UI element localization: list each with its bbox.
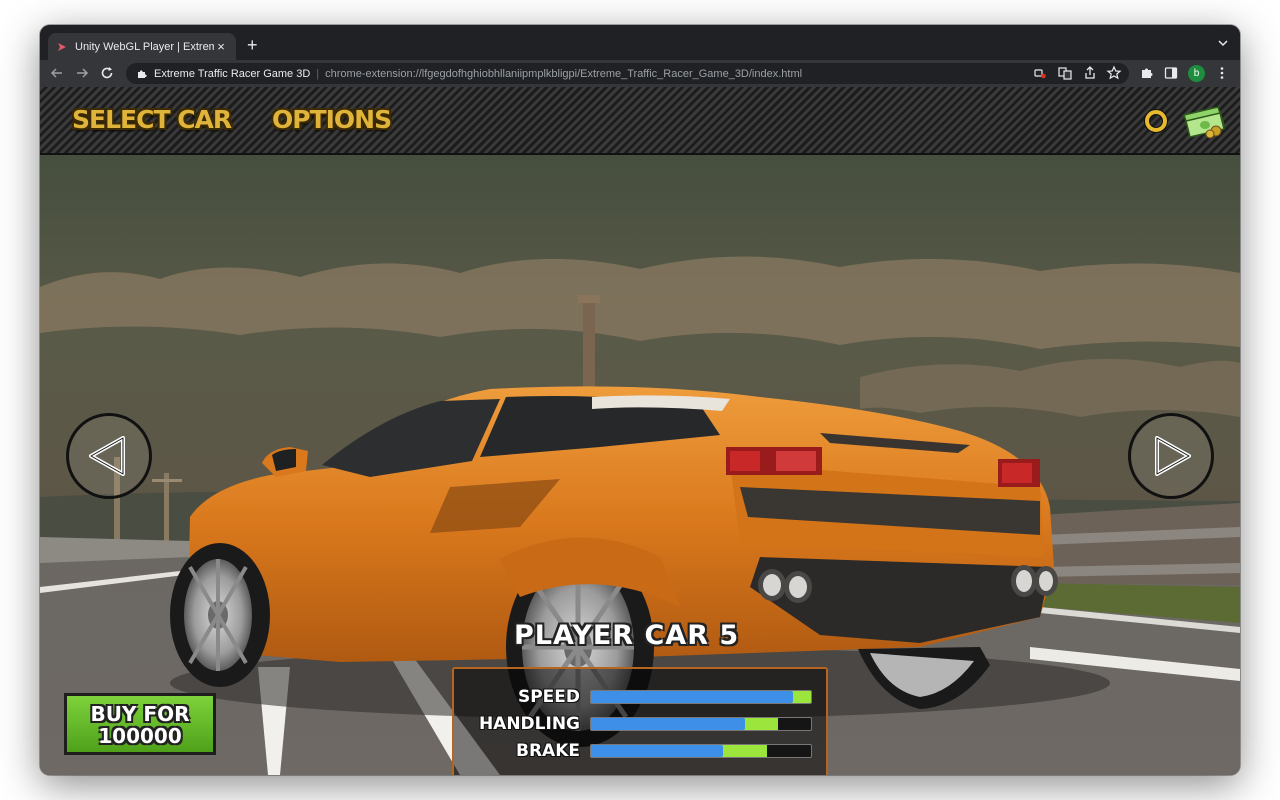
- arrow-right-icon: [1155, 436, 1191, 476]
- stat-label: HANDLING: [478, 714, 580, 734]
- game-canvas[interactable]: SELECT CAR OPTIONS PLAYER CAR 5 SPEED HA…: [40, 87, 1240, 775]
- browser-tab[interactable]: Unity WebGL Player | Extreme ×: [48, 33, 236, 60]
- chevron-down-icon[interactable]: [1218, 38, 1228, 48]
- next-car-button[interactable]: [1128, 413, 1214, 499]
- stat-bar: [590, 744, 812, 758]
- puzzle-icon: [138, 69, 147, 78]
- previous-car-button[interactable]: [66, 413, 152, 499]
- stat-brake: BRAKE: [454, 741, 830, 761]
- unity-icon: [58, 42, 66, 51]
- bookmark-star-icon[interactable]: [1106, 65, 1122, 81]
- extensions-icon[interactable]: [1139, 65, 1155, 81]
- select-car-button[interactable]: SELECT CAR: [72, 105, 232, 137]
- reload-button[interactable]: [98, 64, 116, 82]
- stat-label: BRAKE: [516, 741, 580, 761]
- stat-label: SPEED: [517, 687, 580, 707]
- kebab-menu-icon[interactable]: [1214, 65, 1230, 81]
- game-top-bar: SELECT CAR OPTIONS: [40, 87, 1240, 155]
- stat-speed: SPEED: [454, 687, 830, 707]
- back-button[interactable]: [48, 64, 66, 82]
- buy-label: BUY FOR: [90, 702, 190, 726]
- new-tab-button[interactable]: +: [247, 36, 258, 54]
- car-stats-panel: SPEED HANDLING BRAKE: [452, 667, 828, 775]
- tab-close-button[interactable]: ×: [214, 39, 228, 54]
- options-button[interactable]: OPTIONS: [272, 105, 392, 137]
- side-panel-icon[interactable]: [1163, 65, 1179, 81]
- stat-handling: HANDLING: [454, 714, 830, 734]
- buy-price: 100000: [98, 724, 182, 748]
- browser-toolbar: Extreme Traffic Racer Game 3D | chrome-e…: [40, 60, 1240, 87]
- tab-strip: Unity WebGL Player | Extreme × +: [40, 25, 1240, 60]
- coin-icon: [1144, 109, 1168, 133]
- share-icon[interactable]: [1082, 65, 1098, 81]
- stat-bar-base: [591, 718, 745, 730]
- site-name: Extreme Traffic Racer Game 3D: [154, 67, 311, 80]
- car-name: PLAYER CAR 5: [514, 620, 740, 651]
- url-text: chrome-extension://lfgegdofhghiobhllanii…: [325, 67, 803, 80]
- camera-blocked-icon[interactable]: [1032, 65, 1048, 81]
- stat-bar: [590, 690, 812, 704]
- stat-bar-base: [591, 745, 723, 757]
- forward-button[interactable]: [73, 64, 91, 82]
- tab-title: Unity WebGL Player | Extreme: [75, 40, 214, 53]
- cash-stack-icon[interactable]: [1182, 103, 1226, 139]
- translate-icon[interactable]: [1057, 65, 1073, 81]
- stat-bar: [590, 717, 812, 731]
- stat-bar-base: [591, 691, 794, 703]
- browser-window: Unity WebGL Player | Extreme × + Extreme…: [40, 25, 1240, 775]
- buy-car-button[interactable]: BUY FOR 100000: [64, 693, 216, 755]
- url-separator: |: [316, 67, 320, 80]
- arrow-left-icon: [89, 436, 125, 476]
- profile-avatar[interactable]: b: [1188, 65, 1205, 82]
- address-bar[interactable]: Extreme Traffic Racer Game 3D | chrome-e…: [126, 63, 1129, 84]
